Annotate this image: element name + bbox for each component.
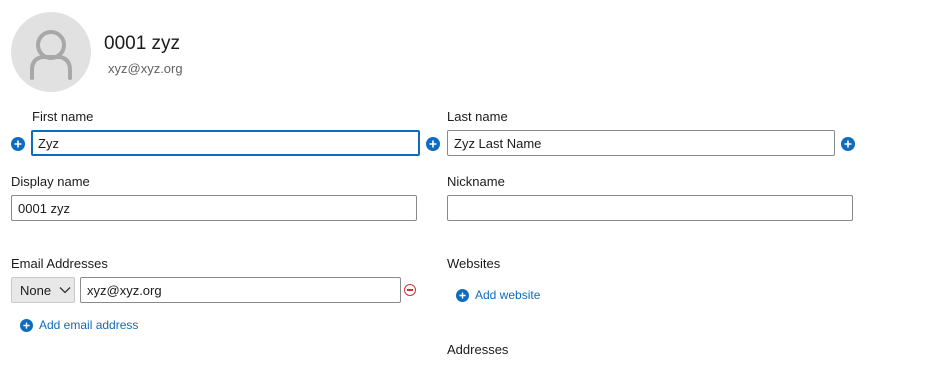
websites-section-label: Websites — [447, 256, 501, 271]
add-circle-icon — [844, 140, 852, 148]
add-circle-icon — [20, 318, 33, 332]
email-type-value: None — [20, 282, 52, 298]
add-circle-icon — [456, 288, 469, 302]
first-name-label: First name — [32, 109, 94, 124]
add-email-address-link[interactable]: Add email address — [20, 318, 138, 332]
add-email-address-label: Add email address — [39, 318, 139, 332]
add-website-label: Add website — [475, 288, 541, 302]
avatar[interactable] — [11, 12, 91, 92]
add-circle-icon — [429, 140, 437, 148]
display-name-input[interactable] — [11, 195, 417, 221]
add-name-suffix-button[interactable] — [841, 137, 855, 151]
remove-email-button[interactable] — [404, 284, 416, 296]
last-name-label: Last name — [447, 109, 508, 124]
email-section-label: Email Addresses — [11, 256, 108, 271]
add-middle-name-button[interactable] — [426, 137, 440, 151]
addresses-section-label: Addresses — [447, 342, 509, 357]
nickname-label: Nickname — [447, 174, 505, 189]
add-website-link[interactable]: Add website — [456, 288, 540, 302]
contact-display-title: 0001 zyz — [104, 33, 181, 54]
display-name-label: Display name — [11, 174, 90, 189]
first-name-input[interactable] — [31, 130, 420, 156]
nickname-input[interactable] — [447, 195, 853, 221]
person-icon — [30, 30, 72, 80]
email-type-dropdown[interactable]: None — [11, 277, 75, 303]
add-circle-icon — [14, 140, 22, 148]
chevron-down-icon — [59, 286, 71, 294]
last-name-input[interactable] — [447, 130, 835, 156]
remove-circle-icon — [407, 289, 413, 291]
add-name-prefix-button[interactable] — [11, 137, 25, 151]
email-address-input[interactable] — [80, 277, 401, 303]
contact-email-subtitle: xyz@xyz.org — [108, 61, 183, 76]
